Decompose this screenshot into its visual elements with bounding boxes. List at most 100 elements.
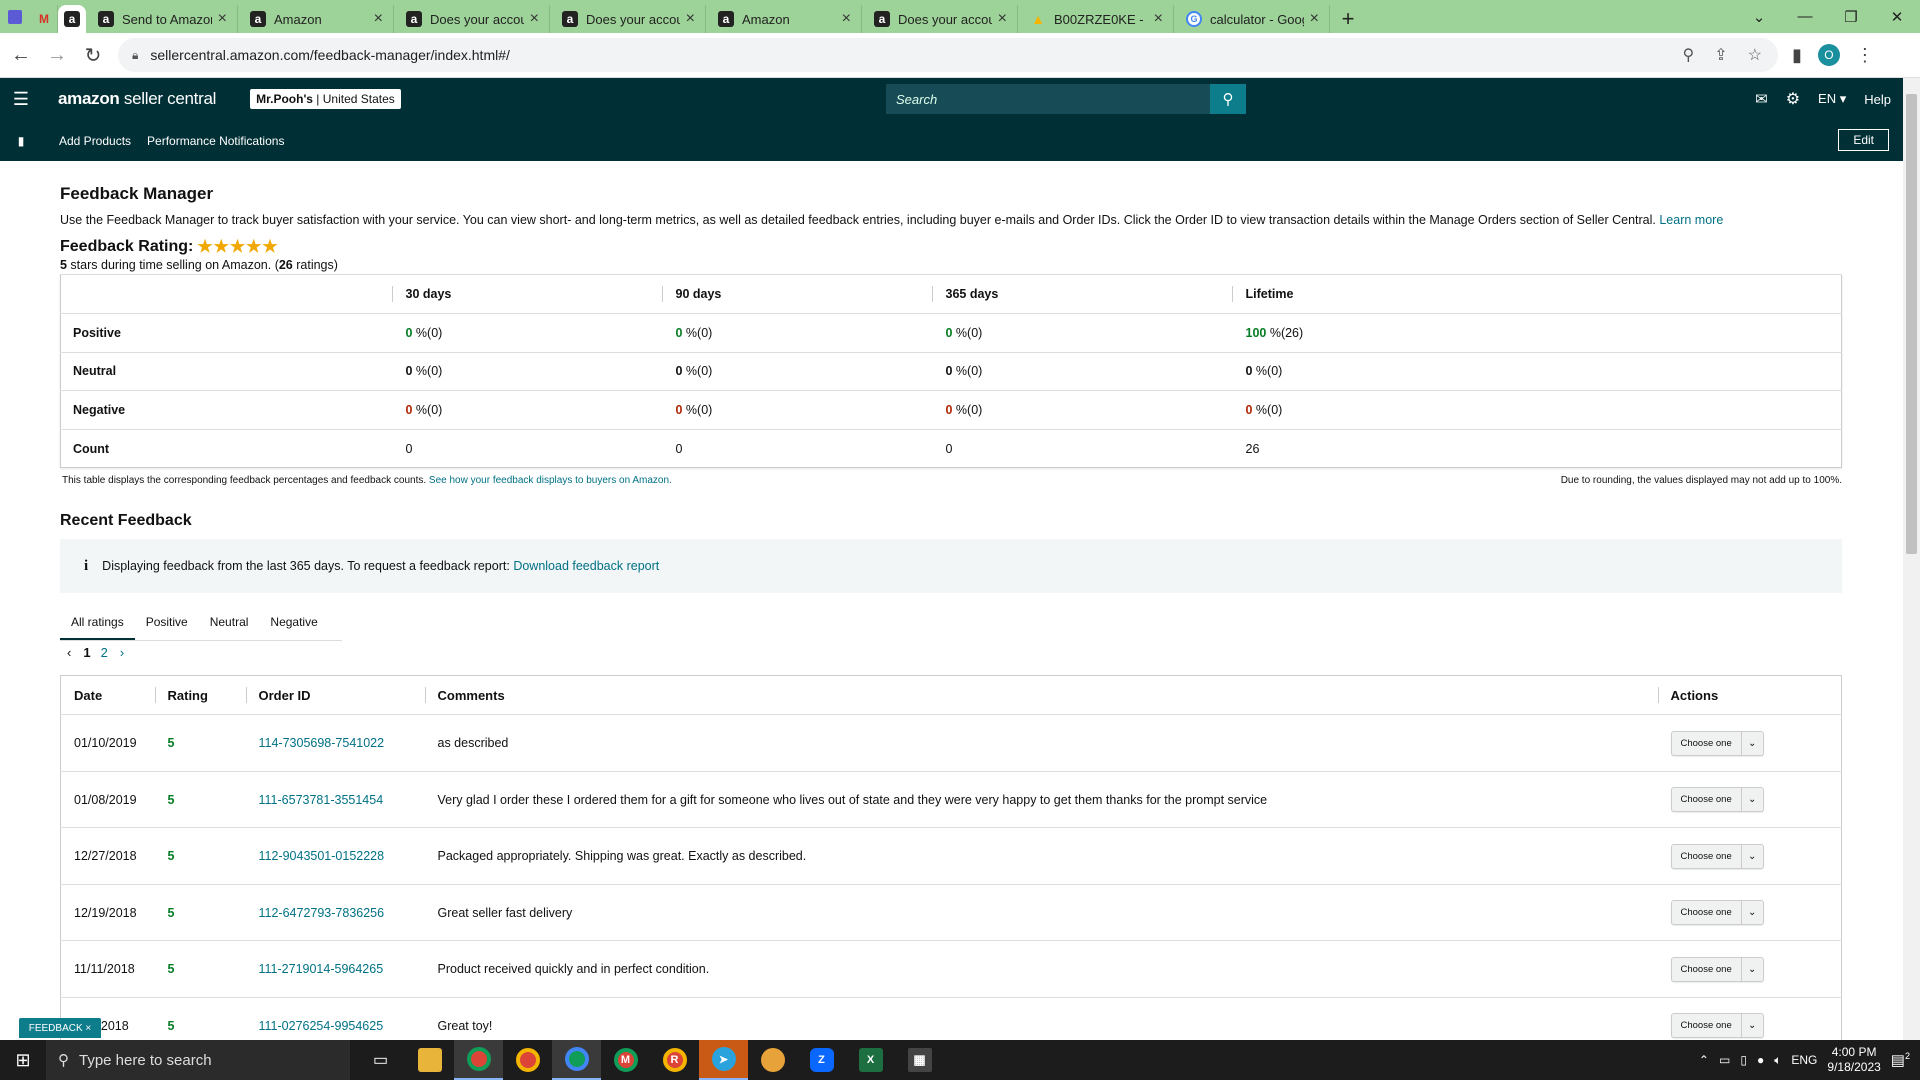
edit-button[interactable]: Edit [1838,129,1889,151]
tab-positive[interactable]: Positive [135,605,199,640]
browser-tab[interactable]: a Does your account qua × [862,5,1018,33]
share-icon[interactable]: ⇪ [1714,45,1727,65]
gear-icon[interactable]: ⚙ [1786,89,1800,109]
close-icon[interactable]: × [85,1023,91,1034]
tab-list-icon[interactable]: ⌄ [1736,0,1782,33]
order-id-link[interactable]: 112-9043501-0152228 [259,849,385,863]
reload-icon[interactable]: ↻ [78,40,108,70]
chrome-profile-icon[interactable] [503,1040,552,1080]
battery-icon[interactable]: ▯ [1740,1053,1747,1067]
network-icon[interactable]: ▭ [1719,1053,1730,1067]
file-explorer-icon[interactable] [405,1040,454,1080]
back-icon[interactable]: ← [6,40,36,70]
microphone-icon[interactable]: ● [1757,1053,1764,1067]
chrome-alt-icon[interactable] [552,1040,601,1080]
browser-tab[interactable]: a Does your account qua × [550,5,706,33]
order-id-link[interactable]: 111-2719014-5964265 [259,962,384,976]
minimize-icon[interactable]: — [1782,0,1828,33]
bookmark-icon: ▮ [17,133,25,148]
help-link[interactable]: Help [1864,92,1891,107]
page-1[interactable]: 1 [83,645,90,660]
choose-one-dropdown[interactable]: Choose one ⌄ [1670,843,1764,869]
tray-chevron-icon[interactable]: ⌃ [1699,1053,1709,1067]
tab-close-icon[interactable]: × [1154,10,1163,28]
calculator-icon[interactable]: ▦ [895,1040,944,1080]
choose-one-dropdown[interactable]: Choose one ⌄ [1670,900,1764,926]
zalo-icon[interactable]: Z [797,1040,846,1080]
side-panel-icon[interactable]: ▮ [1792,45,1802,66]
notification-icon[interactable]: ▤2 [1891,1051,1910,1069]
tab-all-ratings[interactable]: All ratings [60,605,135,641]
windows-start-icon[interactable]: ⊞ [0,1040,46,1080]
choose-one-dropdown[interactable]: Choose one ⌄ [1670,787,1764,813]
tab-close-icon[interactable]: × [374,10,383,28]
task-view-icon[interactable]: ▭ [356,1040,405,1080]
order-id-link[interactable]: 114-7305698-7541022 [259,736,385,750]
telegram-icon[interactable]: ➤ [699,1040,748,1080]
page-scrollbar[interactable] [1903,78,1920,1040]
chrome-m-icon[interactable]: M [601,1040,650,1080]
tab-search-button[interactable] [0,0,30,33]
chrome-icon[interactable] [454,1040,503,1080]
store-selector[interactable]: Mr.Pooh's | United States [250,89,401,109]
excel-icon[interactable]: X [846,1040,895,1080]
profile-avatar[interactable]: O [1817,44,1840,66]
order-id-link[interactable]: 111-6573781-3551454 [259,793,384,807]
choose-one-dropdown[interactable]: Choose one ⌄ [1670,730,1764,756]
browser-tab[interactable]: M [30,5,58,33]
tab-close-icon[interactable]: × [842,10,851,28]
scrollbar-thumb[interactable] [1906,94,1917,554]
mail-icon[interactable]: ✉ [1755,90,1768,108]
seller-central-logo[interactable]: amazon seller central [58,89,216,109]
restore-icon[interactable]: ❐ [1828,0,1874,33]
taskbar-search[interactable]: ⚲ Type here to search [46,1040,350,1080]
zoom-icon[interactable]: ⚲ [1683,45,1695,65]
url-field[interactable]: 🔒︎ sellercentral.amazon.com/feedback-man… [118,38,1778,72]
feedback-display-link[interactable]: See how your feedback displays to buyers… [429,475,672,486]
browser-menu-icon[interactable]: ⋮ [1856,45,1874,66]
app-emoji-icon[interactable] [748,1040,797,1080]
nav-performance-notifications[interactable]: Performance Notifications [147,134,284,148]
metrics-corner [60,274,392,314]
rating-filter-tabs: All ratings Positive Neutral Negative [60,605,342,642]
clock[interactable]: 4:00 PM 9/18/2023 [1827,1045,1880,1075]
volume-icon[interactable]: 🔈︎ [1774,1053,1781,1068]
forward-icon[interactable]: → [42,40,72,70]
seller-search-input[interactable] [886,84,1210,114]
tab-close-icon[interactable]: × [998,10,1007,28]
close-window-icon[interactable]: ✕ [1874,0,1920,33]
browser-tab[interactable]: a Amazon × [238,5,394,33]
language-selector[interactable]: EN ▾ [1818,91,1846,107]
tab-negative[interactable]: Negative [259,605,328,640]
choose-one-dropdown[interactable]: Choose one ⌄ [1670,956,1764,982]
page-2[interactable]: 2 [101,645,108,660]
download-report-link[interactable]: Download feedback report [513,559,659,573]
order-id-link[interactable]: 111-0276254-9954625 [259,1019,384,1033]
search-icon[interactable]: ⚲ [1210,84,1246,114]
tab-close-icon[interactable]: × [530,10,539,28]
feedback-badge[interactable]: FEEDBACK × [19,1018,101,1038]
browser-tab[interactable]: a Does your account qua × [394,5,550,33]
next-page-icon[interactable]: › [120,645,124,660]
browser-tab[interactable]: a Amazon × [706,5,862,33]
tab-close-icon[interactable]: × [686,10,695,28]
tab-neutral[interactable]: Neutral [199,605,260,640]
choose-one-dropdown[interactable]: Choose one ⌄ [1670,1013,1764,1039]
browser-tab[interactable]: a Send to Amazon | Ama × [86,5,238,33]
bookmark-star-icon[interactable]: ☆ [1748,45,1762,65]
input-language[interactable]: ENG [1791,1053,1817,1067]
browser-tab[interactable]: Gcalculator - Google Sea × [1174,5,1330,33]
tab-close-icon[interactable]: × [218,10,227,28]
prev-page-icon[interactable]: ‹ [67,645,71,660]
chrome-r-icon[interactable]: R [650,1040,699,1080]
browser-tab[interactable]: a [58,5,86,33]
order-id-link[interactable]: 112-6472793-7836256 [259,906,385,920]
nav-add-products[interactable]: Add Products [59,134,131,148]
hamburger-menu-icon[interactable]: ☰ [0,89,42,110]
metric-count: %(0) [952,364,983,379]
learn-more-link[interactable]: Learn more [1659,213,1723,227]
chevron-down-icon: ⌄ [1740,1014,1763,1038]
tab-close-icon[interactable]: × [1310,10,1319,28]
browser-tab[interactable]: ▲ B00ZRZE0KE - Google D × [1018,5,1174,33]
new-tab-button[interactable]: + [1330,5,1366,33]
